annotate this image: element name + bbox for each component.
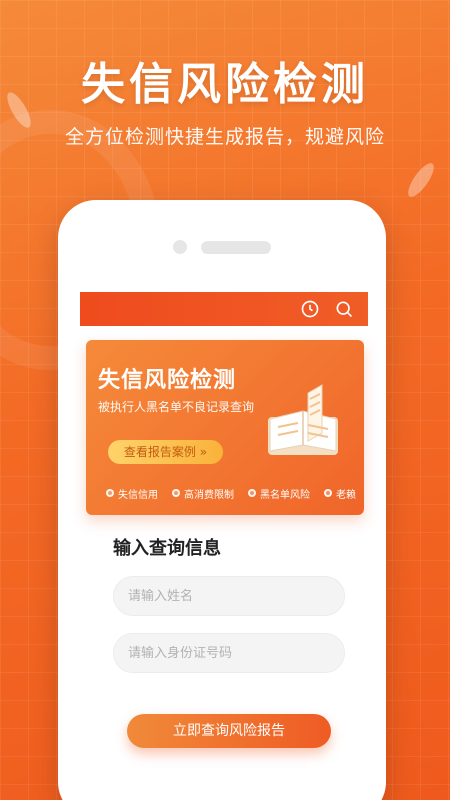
tag-item: 黑名单风险 (248, 486, 310, 501)
book-icon (258, 375, 348, 470)
bullet-icon (172, 489, 180, 497)
camera-icon (173, 240, 187, 254)
promo-banner: 失信风险检测 被执行人黑名单不良记录查询 查看报告案例 » 失信信用 高消费限制… (86, 340, 364, 515)
speaker-icon (201, 241, 271, 254)
view-report-example-button[interactable]: 查看报告案例 » (108, 440, 223, 464)
banner-tags: 失信信用 高消费限制 黑名单风险 老赖 (106, 485, 356, 501)
tag-label: 老赖 (336, 489, 356, 501)
bullet-icon (248, 489, 256, 497)
hero-subtitle: 全方位检测快捷生成报告，规避风险 (64, 126, 385, 148)
tag-label: 失信信用 (118, 489, 158, 501)
query-form-title: 输入查询信息 (113, 538, 221, 559)
history-icon[interactable] (300, 299, 320, 319)
bullet-icon (106, 489, 114, 497)
name-input[interactable]: 请输入姓名 (113, 576, 345, 616)
search-icon[interactable] (334, 299, 354, 319)
bullet-icon (324, 489, 332, 497)
tag-label: 黑名单风险 (260, 489, 310, 501)
tag-item: 老赖 (324, 486, 356, 501)
tag-item: 高消费限制 (172, 486, 234, 501)
tag-item: 失信信用 (106, 486, 158, 501)
banner-subtitle: 被执行人黑名单不良记录查询 (98, 400, 255, 414)
hero-title: 失信风险检测 (81, 59, 369, 110)
id-number-input[interactable]: 请输入身份证号码 (113, 633, 345, 673)
app-header-bar (80, 292, 368, 326)
tag-label: 高消费限制 (184, 489, 234, 501)
query-risk-report-button[interactable]: 立即查询风险报告 (127, 714, 331, 748)
banner-title: 失信风险检测 (98, 368, 237, 393)
phone-mockup: 失信风险检测 被执行人黑名单不良记录查询 查看报告案例 » 失信信用 高消费限制… (58, 200, 386, 800)
